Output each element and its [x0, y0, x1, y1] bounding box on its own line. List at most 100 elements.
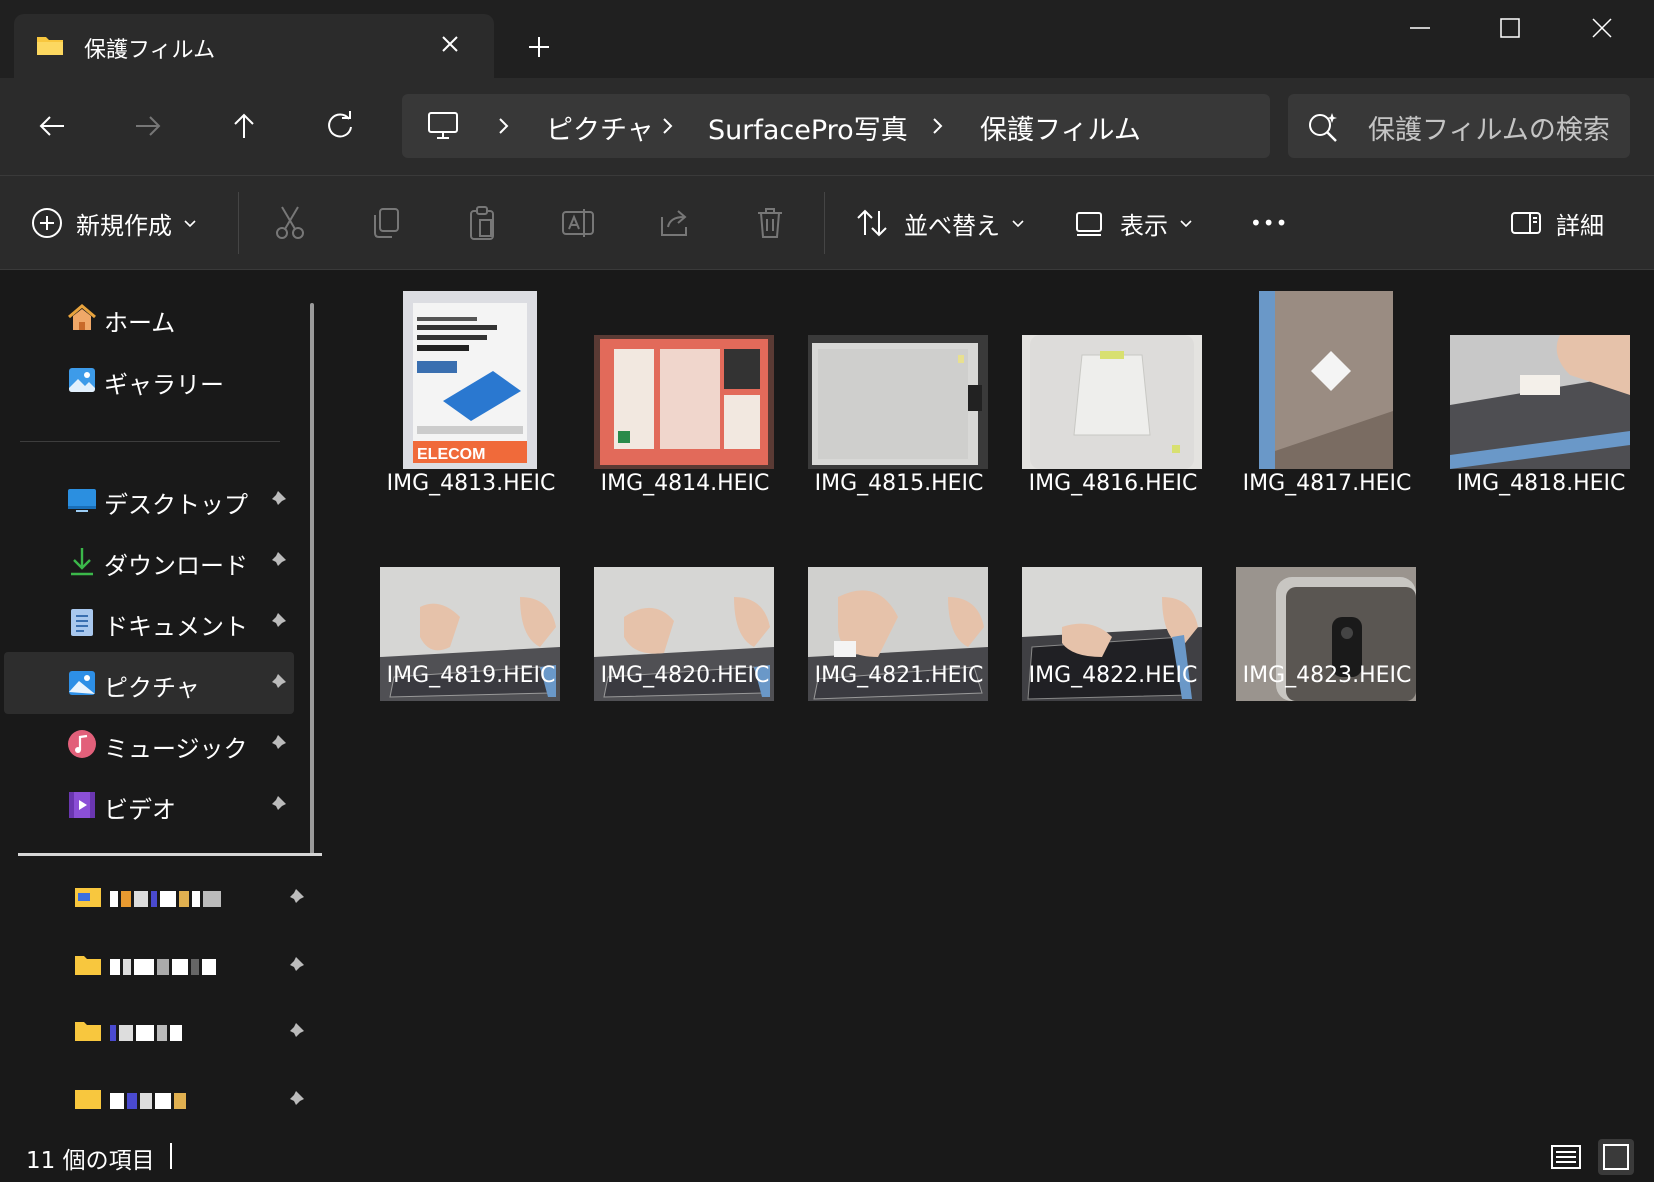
- breadcrumb-surfacepro[interactable]: SurfacePro写真: [708, 108, 908, 147]
- navigation-bar: ピクチャ SurfacePro写真 保護フィルム 保護フィルムの検索: [0, 78, 1654, 176]
- new-tab-icon[interactable]: [524, 32, 554, 62]
- view-button[interactable]: 表示: [1074, 202, 1194, 244]
- new-button[interactable]: 新規作成: [30, 202, 198, 244]
- more-options-button[interactable]: •••: [1250, 202, 1288, 244]
- file-item[interactable]: IMG_4822.HEIC: [1010, 523, 1210, 755]
- chevron-right-icon[interactable]: [658, 116, 676, 136]
- file-item[interactable]: IMG_4817.HEIC: [1224, 275, 1424, 507]
- copy-icon[interactable]: [366, 203, 406, 243]
- pinned-folder[interactable]: [70, 1013, 310, 1053]
- tab-title: 保護フィルム: [84, 38, 216, 63]
- pin-icon[interactable]: [266, 794, 288, 816]
- pin-icon[interactable]: [284, 1021, 306, 1043]
- file-item[interactable]: IMG_4821.HEIC: [796, 523, 996, 755]
- file-item[interactable]: IMG_4814.HEIC: [582, 275, 782, 507]
- file-item[interactable]: ELECOM IMG_4813.HEIC: [368, 275, 568, 507]
- sidebar-item-label: ビデオ: [104, 796, 176, 824]
- chevron-right-icon[interactable]: [928, 116, 946, 136]
- sort-button[interactable]: 並べ替え: [854, 202, 1026, 244]
- refresh-icon[interactable]: [320, 106, 360, 146]
- sidebar-item-gallery[interactable]: ギャラリー: [4, 349, 294, 411]
- folder-icon: [75, 1090, 101, 1109]
- navigation-pane: ホーム ギャラリー デスクトップ ダウンロード ドキュメント ピクチャ ミュージ…: [0, 271, 332, 1135]
- sidebar-item-pictures[interactable]: ピクチャ: [4, 652, 294, 714]
- breadcrumb-pictures[interactable]: ピクチャ: [546, 108, 654, 147]
- sidebar-item-documents[interactable]: ドキュメント: [4, 591, 294, 653]
- pinned-folder[interactable]: [70, 947, 310, 987]
- sidebar-item-downloads[interactable]: ダウンロード: [4, 530, 294, 592]
- details-pane-button[interactable]: 詳細: [1510, 202, 1604, 244]
- pinned-folder[interactable]: [70, 879, 310, 919]
- search-box[interactable]: 保護フィルムの検索: [1288, 94, 1630, 158]
- delete-icon[interactable]: [750, 203, 790, 243]
- close-window-icon[interactable]: [1574, 10, 1630, 46]
- file-item[interactable]: IMG_4818.HEIC: [1438, 275, 1638, 507]
- chevron-down-icon: [184, 220, 196, 228]
- sidebar-item-home[interactable]: ホーム: [4, 287, 294, 349]
- sidebar-scrollbar[interactable]: [310, 303, 314, 855]
- paste-icon[interactable]: [462, 203, 502, 243]
- pin-icon[interactable]: [284, 955, 306, 977]
- file-item[interactable]: IMG_4819.HEIC: [368, 523, 568, 755]
- folder-icon: [37, 37, 63, 55]
- pin-icon[interactable]: [284, 887, 306, 909]
- forward-arrow-icon[interactable]: [128, 106, 168, 146]
- status-separator: [170, 1143, 172, 1169]
- file-item[interactable]: IMG_4816.HEIC: [1010, 275, 1210, 507]
- file-name: IMG_4816.HEIC: [1028, 471, 1198, 496]
- chevron-right-icon[interactable]: [494, 116, 512, 136]
- details-label: 詳細: [1556, 211, 1604, 240]
- file-name: IMG_4821.HEIC: [814, 663, 984, 688]
- sidebar-item-desktop[interactable]: デスクトップ: [4, 469, 294, 531]
- file-item[interactable]: IMG_4820.HEIC: [582, 523, 782, 755]
- sidebar-item-label: ダウンロード: [104, 552, 248, 580]
- details-view-icon[interactable]: [1548, 1139, 1584, 1175]
- documents-icon: [71, 609, 93, 636]
- obscured-name: [110, 889, 221, 909]
- pin-icon[interactable]: [266, 672, 288, 694]
- sort-icon: [857, 209, 887, 237]
- close-tab-icon[interactable]: [436, 30, 464, 58]
- pinned-folder[interactable]: [70, 1081, 310, 1121]
- file-name: IMG_4815.HEIC: [814, 471, 984, 496]
- image-thumbnail: [594, 335, 774, 469]
- separator: [824, 192, 825, 254]
- view-label: 表示: [1120, 211, 1168, 240]
- breadcrumb-current[interactable]: 保護フィルム: [980, 108, 1141, 147]
- music-icon: [68, 730, 96, 758]
- pin-icon[interactable]: [266, 489, 288, 511]
- file-name: IMG_4813.HEIC: [386, 471, 556, 496]
- search-icon: [1309, 113, 1337, 142]
- new-label: 新規作成: [76, 211, 172, 240]
- obscured-name: [110, 957, 216, 977]
- divider: [20, 441, 280, 442]
- address-bar[interactable]: ピクチャ SurfacePro写真 保護フィルム: [402, 94, 1270, 158]
- chevron-down-icon: [1180, 220, 1192, 228]
- sidebar-item-music[interactable]: ミュージック: [4, 713, 294, 775]
- pin-icon[interactable]: [266, 611, 288, 633]
- back-arrow-icon[interactable]: [32, 106, 72, 146]
- cut-icon[interactable]: [270, 203, 310, 243]
- chevron-down-icon: [1012, 220, 1024, 228]
- this-pc-icon[interactable]: [426, 110, 460, 142]
- sidebar-item-label: ミュージック: [104, 735, 248, 763]
- share-icon[interactable]: [654, 203, 694, 243]
- pin-icon[interactable]: [284, 1089, 306, 1111]
- sidebar-item-label: ピクチャ: [104, 674, 200, 702]
- file-item[interactable]: IMG_4823.HEIC: [1224, 523, 1424, 755]
- file-view: ELECOM IMG_4813.HEIC IMG_4814.HEIC IMG_4…: [334, 271, 1648, 1135]
- folder-icon: [75, 1022, 101, 1041]
- up-arrow-icon[interactable]: [224, 106, 264, 146]
- pin-icon[interactable]: [266, 550, 288, 572]
- sidebar-item-videos[interactable]: ビデオ: [4, 774, 294, 836]
- large-icons-view-icon[interactable]: [1598, 1139, 1634, 1175]
- tab-active[interactable]: 保護フィルム: [14, 14, 494, 78]
- file-item[interactable]: IMG_4815.HEIC: [796, 275, 996, 507]
- command-bar: 新規作成 並べ替え 表示 ••• 詳細: [0, 176, 1654, 270]
- rename-icon[interactable]: [558, 203, 598, 243]
- file-name: IMG_4822.HEIC: [1028, 663, 1198, 688]
- maximize-icon[interactable]: [1482, 10, 1538, 46]
- pin-icon[interactable]: [266, 733, 288, 755]
- download-icon: [71, 548, 93, 576]
- minimize-icon[interactable]: [1392, 10, 1448, 46]
